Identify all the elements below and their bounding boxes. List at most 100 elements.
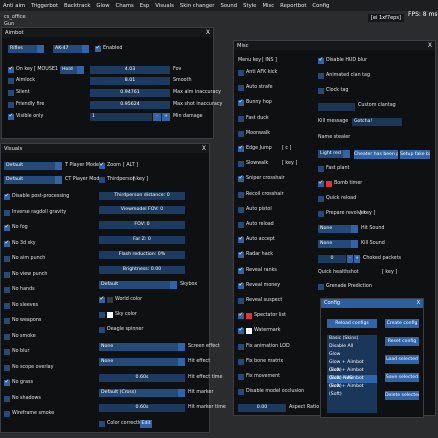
fov-slider[interactable]: FOV: 0 xyxy=(99,221,185,229)
menu-item-skin-changer[interactable]: Skin changer xyxy=(177,3,218,9)
aspect-ratio-slider[interactable]: 0.00 xyxy=(238,404,286,412)
config-list-item[interactable]: Disable All xyxy=(327,343,377,351)
bomb-timer-checkbox[interactable] xyxy=(318,179,324,187)
enabled-checkbox[interactable] xyxy=(95,44,101,52)
thirdperson-checkbox[interactable] xyxy=(99,177,105,183)
prepare-revolver-checkbox[interactable] xyxy=(318,211,324,217)
kill-sound-select[interactable]: None xyxy=(318,240,358,248)
menu-item-visuals[interactable]: Visuals xyxy=(152,3,177,9)
misc-recoil-crosshair-checkbox[interactable] xyxy=(238,191,244,198)
min-damage-input[interactable]: 1 xyxy=(90,113,152,121)
config-list[interactable]: Basic (Skins) Disable All Glow Glow + Aimbo… xyxy=(327,335,377,413)
delete-selected-button[interactable]: Delete selected xyxy=(385,391,419,400)
misc-reveal-ranks-checkbox[interactable] xyxy=(238,266,244,274)
hit-marker-time-slider[interactable]: 0.60s xyxy=(99,404,185,412)
zoom-checkbox[interactable] xyxy=(99,161,105,169)
deagle-spinner-checkbox[interactable] xyxy=(99,327,105,333)
misc-auto-accept-checkbox[interactable] xyxy=(238,235,244,244)
vis-no-fog-checkbox[interactable] xyxy=(4,223,10,231)
vis-no-smoke-checkbox[interactable] xyxy=(4,333,10,340)
vis-no-scope-overlay-checkbox[interactable] xyxy=(4,364,10,371)
kill-message-input[interactable]: Gotcha! xyxy=(352,118,402,126)
far-z-slider[interactable]: Far Z: 0 xyxy=(99,236,185,244)
misc-disable-model-occlusion-checkbox[interactable] xyxy=(238,389,244,396)
max-aim-slider[interactable]: 0.94761 xyxy=(90,89,170,97)
hit-effect-time-slider[interactable]: 0.60s xyxy=(99,374,185,382)
menu-item-glow[interactable]: Glow xyxy=(93,3,112,9)
misc-radar-hack-checkbox[interactable] xyxy=(238,250,244,259)
misc-auto-reload-checkbox[interactable] xyxy=(238,222,244,228)
misc-edge-jump-key[interactable]: [ c ] xyxy=(282,146,291,151)
hit-sound-select[interactable]: None xyxy=(318,225,358,233)
close-icon[interactable]: X xyxy=(417,299,420,308)
menu-item-reportbot[interactable]: Reportbot xyxy=(277,3,309,9)
vis-wireframe-smoke-checkbox[interactable] xyxy=(4,411,10,417)
aim-key-button[interactable]: [ MOUSE1 ] xyxy=(34,67,61,72)
menu-item-style[interactable]: Style xyxy=(240,3,259,9)
menu-item-triggerbot[interactable]: Triggerbot xyxy=(28,3,61,9)
config-list-item[interactable]: Glow + Aimbot (Soft) xyxy=(327,383,377,397)
misc-fix-bone-matrix-checkbox[interactable] xyxy=(238,358,244,365)
on-key-checkbox[interactable] xyxy=(8,65,14,73)
bomb-timer-color-swatch[interactable] xyxy=(326,181,332,187)
fast-plant-checkbox[interactable] xyxy=(318,166,324,172)
misc-disable-hud-blur-checkbox[interactable] xyxy=(318,56,324,64)
visuals-titlebar[interactable]: Visuals X xyxy=(1,144,209,153)
choked-packets-slider[interactable]: 0 xyxy=(318,255,346,263)
min-damage-minus-button[interactable]: - xyxy=(153,113,161,121)
menu-item-config[interactable]: Config xyxy=(309,3,332,9)
aimbot-titlebar[interactable]: Aimbot X xyxy=(2,28,213,37)
close-icon[interactable]: X xyxy=(428,42,432,49)
thirdperson-key[interactable]: [ key ] xyxy=(133,177,148,182)
cheater-button[interactable]: Cheater has been pe xyxy=(354,150,398,159)
config-list-item[interactable]: Glow + Aimbot (Soft) xyxy=(327,359,377,373)
misc-reveal-money-checkbox[interactable] xyxy=(238,281,244,289)
vis-no-grass-checkbox[interactable] xyxy=(4,378,10,386)
hit-effect-select[interactable]: None xyxy=(99,358,185,366)
misc-fast-duck-checkbox[interactable] xyxy=(238,115,244,122)
setup-fake-ban-button[interactable]: Setup fake ban xyxy=(400,150,430,159)
vis-no-weapons-checkbox[interactable] xyxy=(4,318,10,324)
custom-clantag-input[interactable] xyxy=(318,103,355,111)
choked-minus-button[interactable]: - xyxy=(347,255,353,263)
vis-no-blur-checkbox[interactable] xyxy=(4,349,10,355)
reset-config-button[interactable]: Reset config xyxy=(385,337,419,346)
aimlock-checkbox[interactable] xyxy=(8,78,14,84)
misc-slowwalk-key[interactable]: [ key ] xyxy=(282,161,297,166)
menu-item-sound[interactable]: Sound xyxy=(217,3,240,9)
color-correction-checkbox[interactable] xyxy=(99,421,105,427)
misc-bunny-hop-checkbox[interactable] xyxy=(238,98,244,107)
weapon-type-select[interactable]: Rifles xyxy=(8,45,44,53)
smooth-slider[interactable]: 8.01 xyxy=(90,77,170,85)
friendly-fire-checkbox[interactable] xyxy=(8,102,14,108)
misc-watermark-color-swatch[interactable] xyxy=(246,328,252,335)
skybox-select[interactable]: Default xyxy=(99,281,177,289)
visible-only-checkbox[interactable] xyxy=(8,112,14,120)
sky-color-checkbox[interactable] xyxy=(99,312,105,318)
misc-edge-jump-checkbox[interactable] xyxy=(238,144,244,152)
create-config-button[interactable]: Create config xyxy=(385,319,419,328)
light-red-select[interactable]: Light red xyxy=(318,150,350,158)
vis-no-sleeves-checkbox[interactable] xyxy=(4,302,10,309)
brightness-slider[interactable]: Brightness: 0.00 xyxy=(99,266,185,274)
quick-reload-checkbox[interactable] xyxy=(318,196,324,202)
world-color-swatch[interactable] xyxy=(107,297,113,303)
misc-spectator-list-color-swatch[interactable] xyxy=(246,313,252,320)
hit-marker-select[interactable]: Default (Cross) xyxy=(99,389,185,397)
misc-moonwalk-checkbox[interactable] xyxy=(238,130,244,137)
t-model-select[interactable]: Default xyxy=(4,162,62,170)
thirdperson-distance-slider[interactable]: Thirdperson distance: 0 xyxy=(99,192,185,200)
zoom-key[interactable]: [ ALT ] xyxy=(123,163,138,168)
vis-no-3d-sky-checkbox[interactable] xyxy=(4,239,10,247)
menu-item-esp[interactable]: Esp xyxy=(137,3,152,9)
grenade-prediction-checkbox[interactable] xyxy=(318,284,324,290)
menu-key-button[interactable]: [ INS ] xyxy=(262,58,277,63)
misc-auto-strafe-checkbox[interactable] xyxy=(238,85,244,92)
choked-plus-button[interactable]: + xyxy=(354,255,360,263)
vis-no-shadows-checkbox[interactable] xyxy=(4,395,10,402)
misc-fix-movement-checkbox[interactable] xyxy=(238,374,244,380)
misc-anti-afk-kick-checkbox[interactable] xyxy=(238,70,244,76)
quick-healthshot-key[interactable]: [ key ] xyxy=(382,270,397,275)
min-damage-plus-button[interactable]: + xyxy=(162,113,170,121)
max-shot-slider[interactable]: 0.95624 xyxy=(90,101,170,109)
